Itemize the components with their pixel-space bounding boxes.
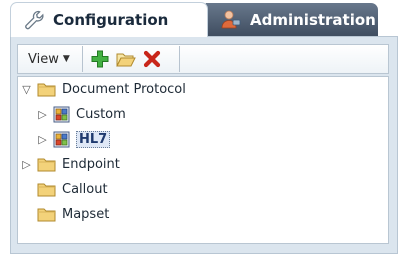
toolbar-separator xyxy=(81,46,83,72)
tree-node-mapset[interactable]: Mapset xyxy=(33,203,109,225)
package-icon xyxy=(53,131,70,147)
view-menu-label: View xyxy=(28,51,59,67)
tab-administration-label: Administration xyxy=(250,10,376,29)
caret-down-icon: ▼ xyxy=(62,54,70,64)
tab-configuration-label: Configuration xyxy=(53,11,169,29)
tree-node-label: Document Protocol xyxy=(62,81,186,97)
open-folder-icon xyxy=(115,53,136,66)
folder-icon xyxy=(37,183,56,196)
folder-icon xyxy=(37,158,56,171)
open-button[interactable] xyxy=(113,46,139,72)
view-menu-button[interactable]: View ▼ xyxy=(18,45,78,73)
package-icon xyxy=(53,106,70,122)
tree-node-custom[interactable]: ▷ Custom xyxy=(36,103,126,125)
folder-icon xyxy=(37,208,56,221)
tree-node-label: HL7 xyxy=(76,130,111,148)
configuration-panel: View ▼ ▽ Document Protocol ▷ Custom ▷ HL… xyxy=(10,36,398,254)
tree-node-label: Mapset xyxy=(62,206,110,222)
tree-node-endpoint[interactable]: ▷ Endpoint xyxy=(20,153,120,175)
delete-button[interactable] xyxy=(139,46,165,72)
wrench-icon xyxy=(23,9,45,31)
tree-node-hl7[interactable]: ▷ HL7 xyxy=(36,128,111,150)
tree-node-label: Custom xyxy=(76,106,126,122)
collapsed-triangle-icon[interactable]: ▷ xyxy=(36,133,49,146)
delete-icon xyxy=(143,50,160,68)
tab-bar: Configuration Administration xyxy=(0,0,409,37)
add-icon xyxy=(91,50,109,68)
collapsed-triangle-icon[interactable]: ▷ xyxy=(20,158,33,171)
tree-node-label: Endpoint xyxy=(62,156,120,172)
toolbar-separator xyxy=(178,46,180,72)
admin-user-icon xyxy=(220,9,242,31)
folder-icon xyxy=(37,83,56,96)
tree-node-callout[interactable]: Callout xyxy=(33,178,108,200)
collapsed-triangle-icon[interactable]: ▷ xyxy=(36,108,49,121)
tree-node-document-protocol[interactable]: ▽ Document Protocol xyxy=(20,78,186,100)
expanded-triangle-icon[interactable]: ▽ xyxy=(20,83,33,96)
configuration-tree: ▽ Document Protocol ▷ Custom ▷ HL7 ▷ End… xyxy=(17,76,389,244)
tab-configuration[interactable]: Configuration xyxy=(10,2,208,37)
tree-node-label: Callout xyxy=(62,181,108,197)
tree-toolbar: View ▼ xyxy=(17,44,389,74)
tab-administration[interactable]: Administration xyxy=(192,3,378,36)
add-button[interactable] xyxy=(87,46,113,72)
